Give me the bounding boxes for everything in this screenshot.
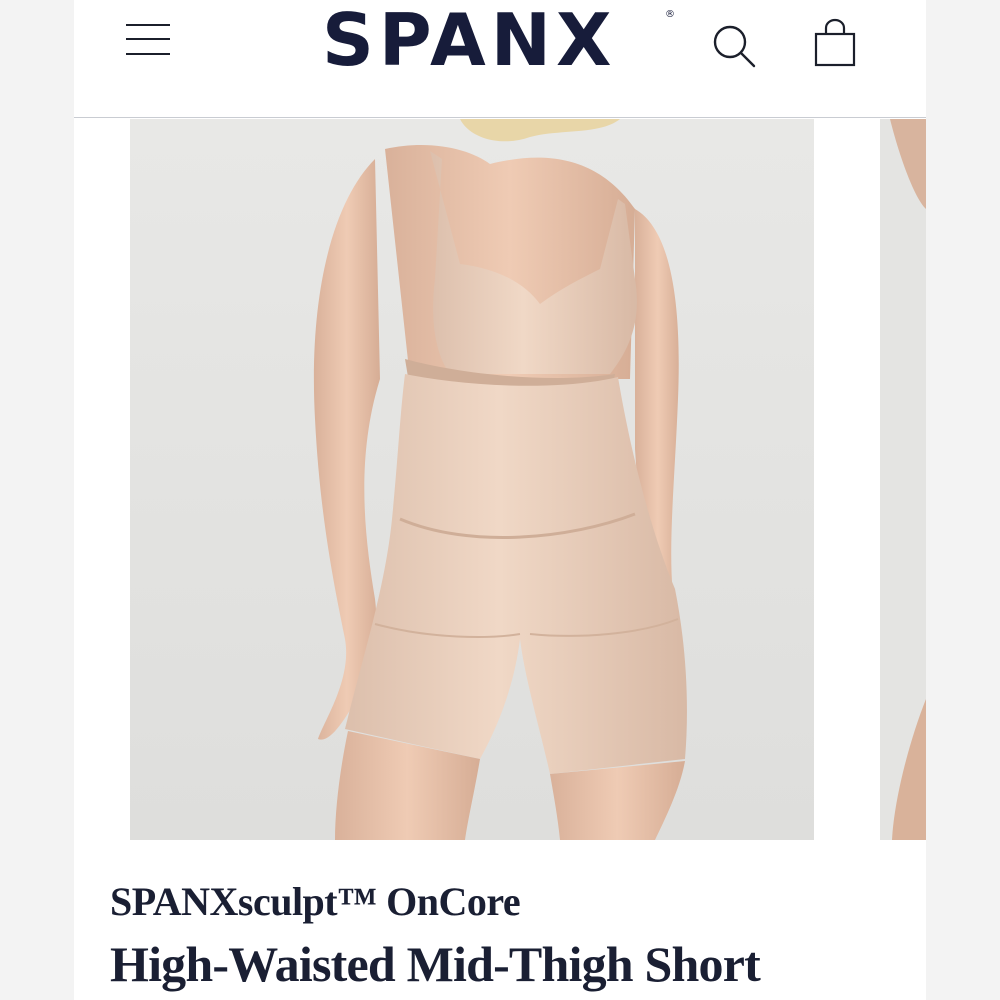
registered-mark: ® xyxy=(665,9,675,20)
mobile-page: SPANX ® SPANXsculpt™ OnCore High-Waisted… xyxy=(74,0,926,1000)
right-margin xyxy=(926,0,1000,1000)
product-collection: SPANXsculpt™ OnCore xyxy=(110,879,521,924)
brand-logo[interactable]: SPANX xyxy=(322,0,617,80)
search-icon[interactable] xyxy=(710,22,758,70)
hamburger-menu-icon[interactable] xyxy=(124,22,172,58)
product-image-carousel[interactable] xyxy=(74,119,926,841)
product-photo[interactable] xyxy=(130,119,814,840)
shopping-bag-icon[interactable] xyxy=(812,18,858,68)
next-product-photo-peek[interactable] xyxy=(880,119,926,840)
product-title: High-Waisted Mid-Thigh Short xyxy=(110,936,761,992)
site-header: SPANX ® xyxy=(74,0,926,118)
left-margin xyxy=(0,0,74,1000)
